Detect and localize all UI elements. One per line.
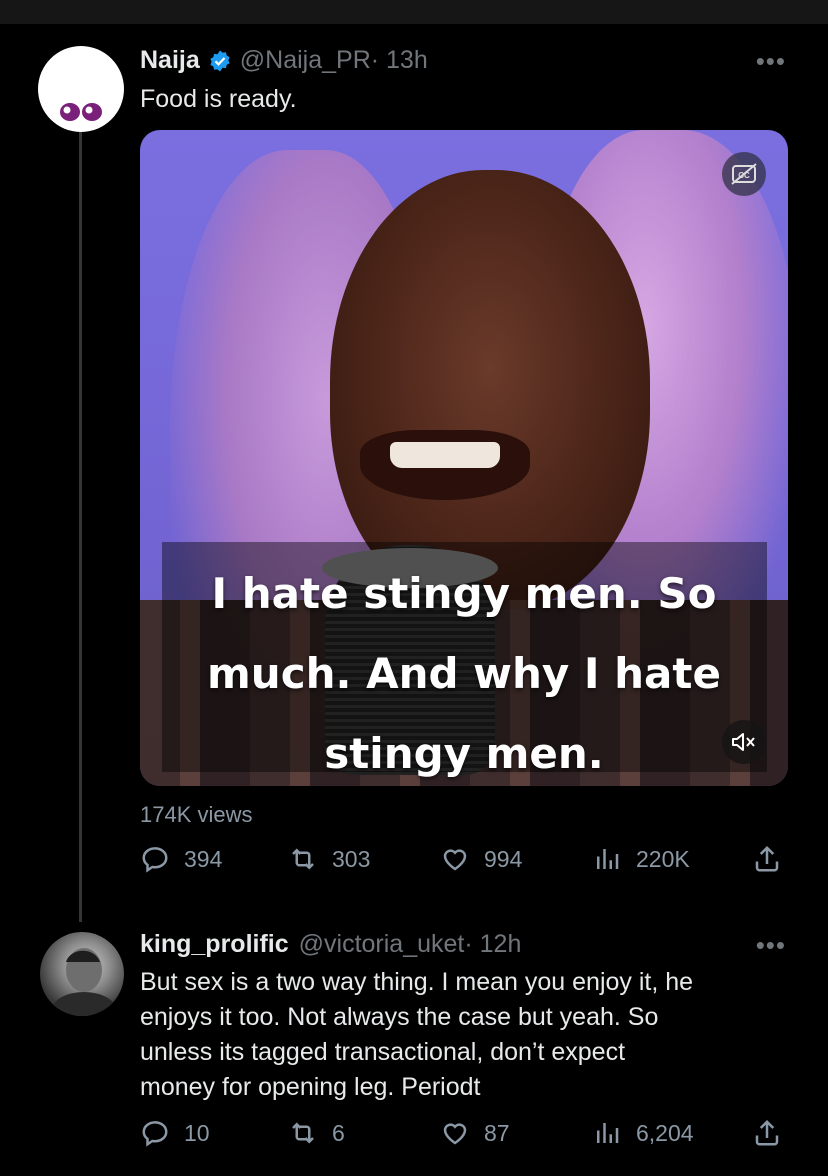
retweet-count: 303: [332, 845, 371, 872]
tweet-timestamp[interactable]: · 13h: [371, 46, 428, 75]
reply-author-name[interactable]: king_prolific: [140, 930, 289, 959]
avatar[interactable]: [38, 46, 124, 132]
retweet-icon: [292, 1122, 314, 1144]
reply-actions: 10 6 87 6,204: [140, 1118, 788, 1158]
views-icon: [597, 849, 619, 869]
verified-badge-icon: [210, 50, 230, 71]
avatar-photo: [52, 948, 116, 1016]
like-count: 994: [484, 845, 523, 872]
reply-count: 10: [184, 1119, 210, 1146]
views-icon: [597, 1123, 619, 1143]
mute-icon: [732, 733, 755, 751]
retweet-icon: [292, 848, 314, 870]
like-button[interactable]: 87: [440, 1118, 510, 1148]
reply-icon: [142, 1121, 168, 1147]
reply-text-line: enjoys it too. Not always the case but y…: [140, 1003, 659, 1031]
views-count: 220K: [636, 845, 690, 872]
share-icon: [755, 845, 779, 872]
reply-count: 394: [184, 845, 223, 872]
mute-button[interactable]: [722, 720, 766, 764]
tweet-header: Naija @Naija_PR · 13h: [140, 46, 428, 75]
top-status-bar: [0, 0, 828, 24]
reply-timestamp[interactable]: · 12h: [464, 930, 521, 959]
view-count: 174K views: [140, 802, 253, 827]
more-icon[interactable]: •••: [756, 46, 786, 77]
views-button[interactable]: 220K: [592, 844, 690, 874]
reply-author-handle[interactable]: @victoria_uket: [299, 930, 465, 959]
reply-header: king_prolific @victoria_uket · 12h: [140, 930, 521, 959]
avatar-eyes-icon: [60, 103, 102, 121]
share-icon: [755, 1119, 779, 1146]
share-button[interactable]: [752, 844, 796, 874]
thread-connector-line: [79, 132, 82, 922]
avatar[interactable]: [40, 932, 124, 1016]
svg-text:CC: CC: [738, 171, 750, 180]
reply-text-line: money for opening leg. Periodt: [140, 1073, 481, 1101]
retweet-button[interactable]: 303: [288, 844, 370, 874]
reply-button[interactable]: 10: [140, 1118, 210, 1148]
more-icon[interactable]: •••: [756, 930, 786, 961]
video-player[interactable]: I hate stingy men. So much. And why I ha…: [140, 130, 788, 786]
video-frame-teeth: [390, 442, 500, 468]
reply-icon: [142, 847, 168, 873]
reply-button[interactable]: 394: [140, 844, 222, 874]
video-caption-line: much. And why I hate: [207, 649, 721, 698]
tweet-text: Food is ready.: [140, 85, 297, 113]
video-caption-line: stingy men.: [324, 729, 604, 778]
like-icon: [443, 1123, 467, 1145]
video-caption-line: I hate stingy men. So: [211, 569, 717, 618]
reply-text-line: But sex is a two way thing. I mean you e…: [140, 968, 694, 996]
retweet-count: 6: [332, 1119, 345, 1146]
like-button[interactable]: 994: [440, 844, 522, 874]
retweet-button[interactable]: 6: [288, 1118, 345, 1148]
captions-button[interactable]: CC: [722, 152, 766, 196]
video-caption: I hate stingy men. So much. And why I ha…: [140, 554, 788, 786]
reply-text: But sex is a two way thing. I mean you e…: [140, 965, 780, 1105]
views-button[interactable]: 6,204: [592, 1118, 694, 1148]
share-button[interactable]: [752, 1118, 796, 1148]
tweet-actions: 394 303 994 220K: [140, 844, 788, 884]
like-icon: [443, 849, 467, 871]
like-count: 87: [484, 1119, 510, 1146]
author-handle[interactable]: @Naija_PR: [240, 46, 371, 75]
views-count: 6,204: [636, 1119, 694, 1146]
reply-text-line: unless its tagged transactional, don’t e…: [140, 1038, 626, 1066]
captions-icon: CC: [731, 163, 757, 185]
author-name[interactable]: Naija: [140, 46, 200, 75]
